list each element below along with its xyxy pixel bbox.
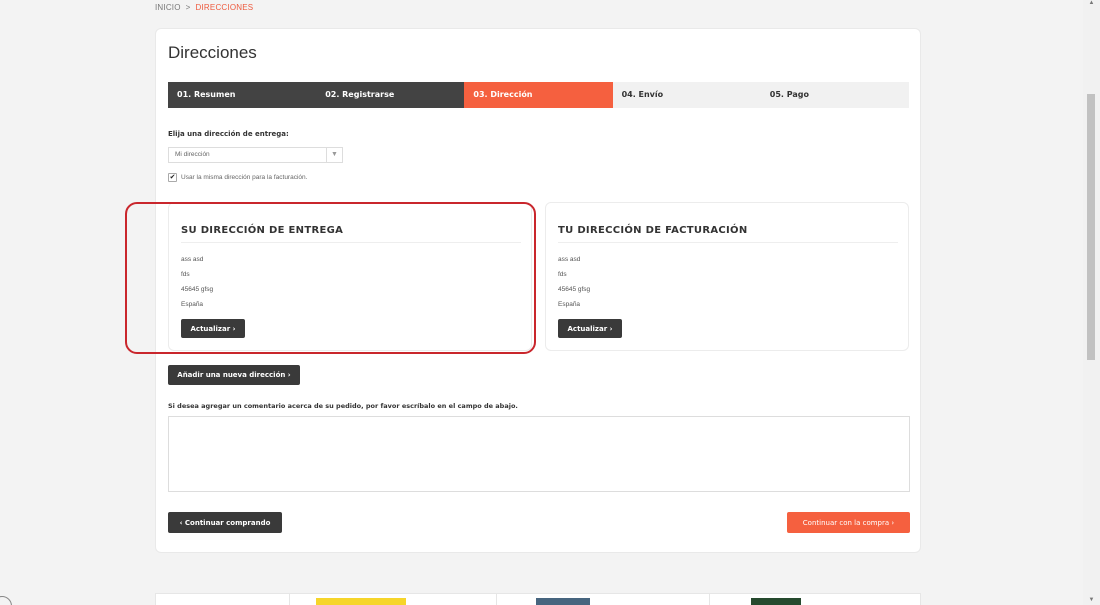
same-address-checkbox[interactable]: ✔: [168, 173, 177, 182]
chevron-right-icon: ›: [607, 324, 613, 333]
step-payment: 05. Pago: [760, 82, 909, 108]
delivery-line-name: ass asd: [181, 256, 204, 263]
continue-shopping-label: Continuar comprando: [184, 518, 271, 527]
billing-address-title: TU DIRECCIÓN DE FACTURACIÓN: [558, 225, 898, 243]
billing-line-country: España: [558, 301, 581, 308]
scroll-thumb[interactable]: [1087, 94, 1095, 360]
continue-purchase-button[interactable]: Continuar con la compra ›: [787, 512, 910, 533]
address-select-value: Mi dirección: [175, 151, 210, 158]
delivery-line-street: fds: [181, 271, 190, 278]
breadcrumb: INICIO > DIRECCIONES: [155, 3, 253, 12]
same-address-label: Usar la misma dirección para la facturac…: [181, 174, 308, 181]
continue-purchase-label: Continuar con la compra: [802, 518, 890, 527]
page-title: Direcciones: [168, 43, 257, 62]
chevron-right-icon: ›: [889, 518, 895, 527]
dropdown-arrow-icon[interactable]: ▼: [326, 148, 342, 162]
update-delivery-label: Actualizar: [190, 324, 231, 333]
address-select-label: Elija una dirección de entrega:: [168, 130, 289, 138]
billing-line-name: ass asd: [558, 256, 581, 263]
same-address-option[interactable]: ✔ Usar la misma dirección para la factur…: [168, 173, 307, 182]
partner-logo[interactable]: [536, 598, 590, 605]
delivery-line-country: España: [181, 301, 204, 308]
breadcrumb-current: DIRECCIONES: [195, 3, 254, 12]
breadcrumb-separator: >: [185, 3, 191, 12]
footer-divider: [709, 594, 710, 605]
step-address: 03. Dirección: [464, 82, 613, 108]
chevron-right-icon: ›: [230, 324, 236, 333]
billing-address-lines: ass asd fds 45645 gfsg España: [558, 252, 590, 312]
page-scrollbar[interactable]: ▲ ▼: [1083, 0, 1100, 605]
scroll-down-arrow-icon[interactable]: ▼: [1087, 597, 1096, 603]
delivery-address-lines: ass asd fds 45645 gfsg España: [181, 252, 213, 312]
update-billing-button[interactable]: Actualizar ›: [558, 319, 622, 338]
billing-line-postcode-city: 45645 gfsg: [558, 286, 591, 293]
partner-logo[interactable]: [316, 598, 406, 605]
chat-icon[interactable]: [0, 596, 12, 605]
delivery-address-box: SU DIRECCIÓN DE ENTREGA ass asd fds 4564…: [168, 202, 532, 351]
update-delivery-button[interactable]: Actualizar ›: [181, 319, 245, 338]
partner-logo[interactable]: [751, 598, 801, 605]
chevron-right-icon: ›: [285, 371, 291, 379]
checkout-card: Direcciones 01. Resumen 02. Registrarse …: [155, 28, 921, 553]
delivery-line-postcode-city: 45645 gfsg: [181, 286, 214, 293]
add-address-button[interactable]: Añadir una nueva dirección ›: [168, 365, 300, 385]
comment-textarea[interactable]: [168, 416, 910, 492]
add-address-label: Añadir una nueva dirección: [177, 371, 286, 379]
step-shipping: 04. Envío: [612, 82, 761, 108]
comment-label: Si desea agregar un comentario acerca de…: [168, 402, 518, 410]
step-summary[interactable]: 01. Resumen: [168, 82, 317, 108]
checkout-steps: 01. Resumen 02. Registrarse 03. Direcció…: [168, 82, 909, 108]
billing-line-street: fds: [558, 271, 567, 278]
footer-divider: [496, 594, 497, 605]
address-select[interactable]: Mi dirección ▼: [168, 147, 343, 163]
billing-address-box: TU DIRECCIÓN DE FACTURACIÓN ass asd fds …: [545, 202, 909, 351]
footer-divider: [289, 594, 290, 605]
delivery-address-title: SU DIRECCIÓN DE ENTREGA: [181, 225, 521, 243]
partner-logos-strip: [155, 593, 921, 605]
breadcrumb-home-link[interactable]: INICIO: [155, 3, 181, 12]
step-register[interactable]: 02. Registrarse: [316, 82, 465, 108]
continue-shopping-button[interactable]: ‹ Continuar comprando: [168, 512, 282, 533]
scroll-up-arrow-icon[interactable]: ▲: [1087, 0, 1096, 6]
update-billing-label: Actualizar: [567, 324, 608, 333]
